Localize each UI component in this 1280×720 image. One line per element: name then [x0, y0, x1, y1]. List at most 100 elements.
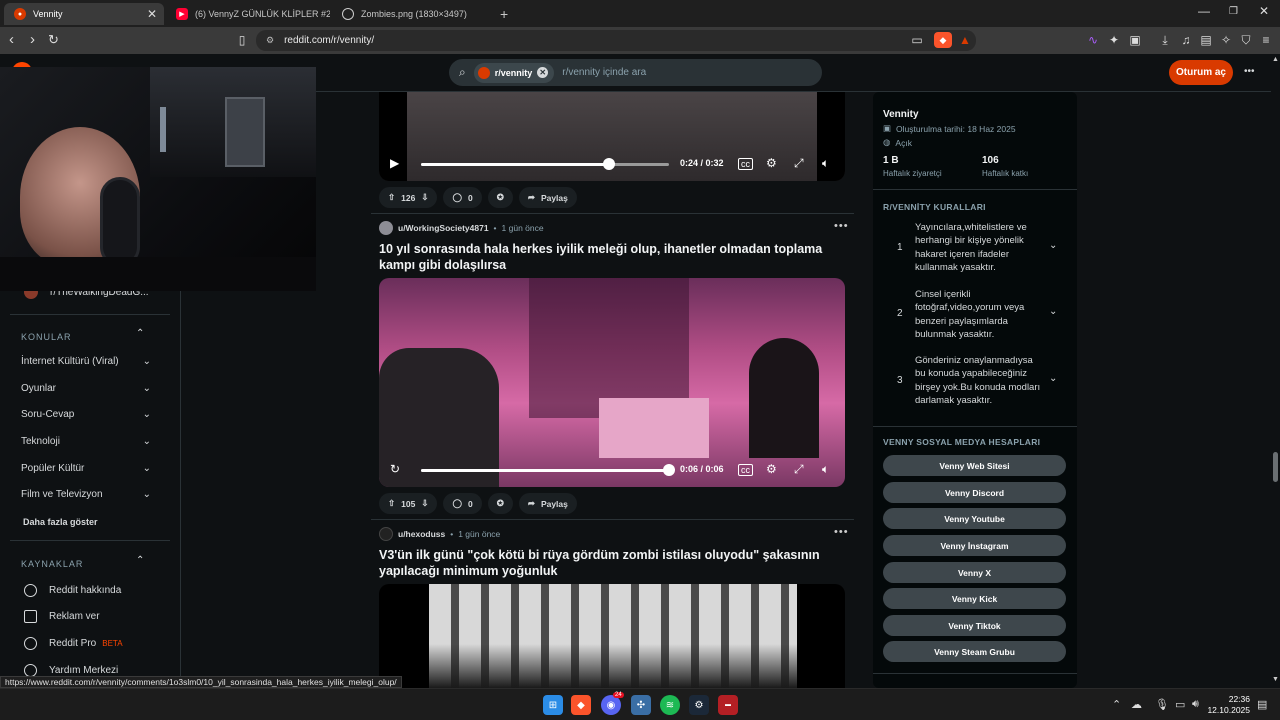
downvote-icon[interactable]: ⇩	[421, 192, 428, 203]
scroll-up-icon[interactable]: ▲	[1272, 56, 1279, 63]
speaker-icon[interactable]: 🔊︎	[1192, 698, 1199, 711]
bookmark-icon[interactable]: ▯	[234, 32, 250, 48]
chevron-down-icon[interactable]: ⌄	[1049, 306, 1057, 317]
clear-chip-icon[interactable]: ✕	[537, 67, 549, 78]
ai-sparkle-icon[interactable]: ✧	[1218, 32, 1234, 48]
chevron-down-icon[interactable]: ⌄	[1049, 240, 1057, 251]
fullscreen-icon[interactable]: ⤢	[794, 462, 804, 477]
topic-item[interactable]: İnternet Kültürü (Viral) ⌄	[21, 356, 151, 367]
cast-icon[interactable]: ▭	[909, 32, 925, 48]
settings-gear-icon[interactable]: ⚙	[766, 462, 777, 476]
scrollbar-thumb[interactable]	[1273, 452, 1278, 482]
downvote-icon[interactable]: ⇩	[421, 498, 428, 509]
tray-expand-icon[interactable]: ⌃	[1112, 698, 1121, 711]
user-avatar[interactable]	[379, 527, 393, 541]
comments-button[interactable]: ◯ 0	[443, 187, 482, 208]
captions-icon[interactable]: cc	[738, 464, 753, 476]
social-link-steam[interactable]: Venny Steam Grubu	[883, 641, 1066, 662]
volume-icon[interactable]: 🔈︎	[822, 462, 829, 477]
wallet-icon[interactable]: ▤	[1198, 32, 1214, 48]
social-link-website[interactable]: Venny Web Sitesi	[883, 455, 1066, 476]
post-author[interactable]: u/WorkingSociety4871	[398, 223, 489, 233]
post-image[interactable]	[379, 584, 845, 688]
more-options-icon[interactable]: •••	[1244, 66, 1255, 77]
game-launcher-icon[interactable]: ▬	[718, 695, 738, 715]
social-link-instagram[interactable]: Venny İnstagram	[883, 535, 1066, 556]
spotify-icon[interactable]: ≋	[660, 695, 680, 715]
windows-start-icon[interactable]: ⊞	[543, 695, 563, 715]
close-tab-icon[interactable]: ✕	[147, 7, 157, 21]
discord-icon[interactable]: ◉	[601, 695, 621, 715]
post-video[interactable]: ▶ 0:24 / 0:32 cc ⚙ ⤢ 🔈︎	[379, 92, 845, 181]
chevron-up-icon[interactable]: ⌃	[136, 328, 144, 339]
award-button[interactable]: ✪	[487, 493, 513, 514]
scroll-down-icon[interactable]: ▼	[1272, 676, 1279, 683]
tab-manager-icon[interactable]: ▣	[1127, 32, 1143, 48]
leo-ai-icon[interactable]: ∿	[1085, 32, 1101, 48]
site-info-icon[interactable]: ⚙	[266, 35, 274, 46]
close-window-icon[interactable]: ✕	[1259, 4, 1269, 18]
share-button[interactable]: ➦ Paylaş	[518, 187, 577, 208]
upvote-icon[interactable]: ⇧	[388, 498, 395, 509]
microphone-icon[interactable]: 🎙︎	[1155, 698, 1169, 711]
fullscreen-icon[interactable]: ⤢	[794, 156, 804, 171]
onedrive-icon[interactable]: ☁	[1131, 698, 1142, 711]
topic-item[interactable]: Film ve Televizyon ⌄	[21, 489, 151, 500]
award-button[interactable]: ✪	[487, 187, 513, 208]
post-author[interactable]: u/hexoduss	[398, 529, 445, 539]
downloads-icon[interactable]: ⤓	[1157, 32, 1173, 48]
page-scrollbar[interactable]: ▲ ▼	[1271, 54, 1280, 686]
menu-icon[interactable]: ≡	[1258, 32, 1274, 48]
notification-icon[interactable]: ▤	[1257, 698, 1267, 711]
search-input[interactable]: ⌕ r/vennity ✕ r/vennity içinde ara	[449, 59, 822, 86]
show-more-button[interactable]: Daha fazla göster	[23, 517, 98, 527]
media-icon[interactable]: ♫	[1178, 32, 1194, 48]
upvote-icon[interactable]: ⇧	[388, 192, 395, 203]
resource-item-pro[interactable]: Reddit Pro BETA	[24, 637, 123, 650]
back-icon[interactable]: ‹	[9, 31, 14, 49]
tab-zombies-image[interactable]: Zombies.png (1830×3497)	[332, 3, 492, 25]
play-icon[interactable]: ▶	[390, 156, 399, 170]
topic-item[interactable]: Oyunlar ⌄	[21, 383, 151, 394]
social-link-tiktok[interactable]: Venny Tiktok	[883, 615, 1066, 636]
post-options-icon[interactable]: •••	[834, 220, 849, 232]
comments-button[interactable]: ◯ 0	[443, 493, 482, 514]
battlenet-icon[interactable]: ✣	[631, 695, 651, 715]
network-icon[interactable]: ▭	[1175, 698, 1185, 711]
post-video[interactable]: ↻ 0:06 / 0:06 cc ⚙ ⤢ 🔈︎	[379, 278, 845, 487]
user-avatar[interactable]	[379, 221, 393, 235]
seek-handle[interactable]	[663, 464, 675, 476]
captions-icon[interactable]: cc	[738, 158, 753, 170]
topic-item[interactable]: Popüler Kültür ⌄	[21, 463, 151, 474]
seek-handle[interactable]	[603, 158, 616, 170]
post-title[interactable]: 10 yıl sonrasında hala herkes iyilik mel…	[379, 241, 847, 273]
replay-icon[interactable]: ↻	[390, 462, 400, 476]
minimize-icon[interactable]: —	[1198, 4, 1210, 18]
brave-shields-icon[interactable]: ◆	[934, 32, 952, 48]
system-clock[interactable]: 22:36 12.10.2025	[1206, 694, 1250, 716]
chevron-up-icon[interactable]: ⌃	[136, 555, 144, 566]
volume-icon[interactable]: 🔈︎	[822, 156, 829, 171]
social-link-kick[interactable]: Venny Kick	[883, 588, 1066, 609]
topic-item[interactable]: Teknoloji ⌄	[21, 436, 151, 447]
chevron-down-icon[interactable]: ⌄	[1049, 373, 1057, 384]
address-bar[interactable]: ⚙ reddit.com/r/vennity/	[256, 30, 976, 51]
vpn-shield-icon[interactable]: ⛉	[1238, 32, 1254, 48]
steam-icon[interactable]: ⚙	[689, 695, 709, 715]
share-button[interactable]: ➦ Paylaş	[518, 493, 577, 514]
new-tab-button[interactable]: +	[494, 3, 518, 25]
social-link-youtube[interactable]: Venny Youtube	[883, 508, 1066, 529]
restore-icon[interactable]: ❐	[1229, 6, 1238, 17]
settings-gear-icon[interactable]: ⚙	[766, 156, 777, 170]
topic-item[interactable]: Soru-Cevap ⌄	[21, 409, 151, 420]
forward-icon[interactable]: ›	[30, 31, 35, 49]
post-title[interactable]: V3'ün ilk günü "çok kötü bi rüya gördüm …	[379, 547, 847, 579]
resource-item-about[interactable]: Reddit hakkında	[24, 584, 121, 597]
login-button[interactable]: Oturum aç	[1169, 60, 1233, 85]
post-options-icon[interactable]: •••	[834, 526, 849, 538]
brave-browser-icon[interactable]: ◆	[571, 695, 591, 715]
social-link-discord[interactable]: Venny Discord	[883, 482, 1066, 503]
resource-item-advertise[interactable]: Reklam ver	[24, 610, 100, 623]
extensions-icon[interactable]: ✦	[1106, 32, 1122, 48]
tab-vennity[interactable]: ● Vennity ✕	[4, 3, 164, 25]
